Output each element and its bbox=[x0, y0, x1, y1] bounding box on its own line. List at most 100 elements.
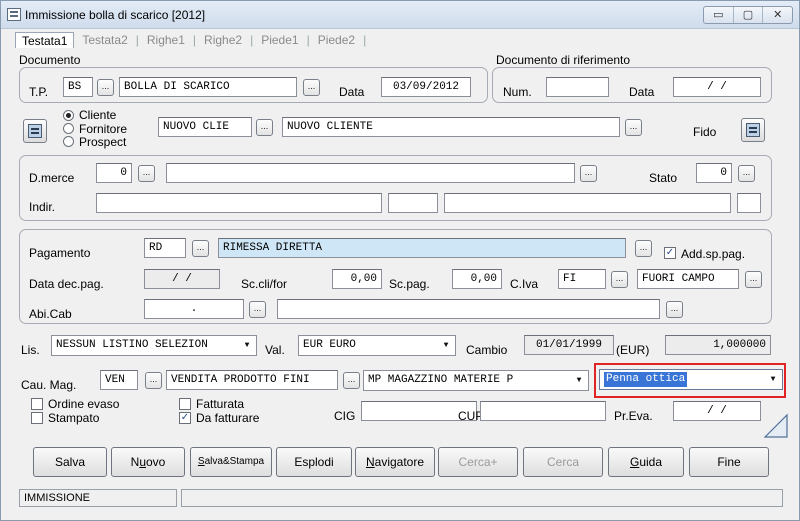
stato-label: Stato bbox=[649, 171, 678, 185]
tab-piede2[interactable]: Piede2 bbox=[310, 32, 363, 48]
nuovo-button[interactable]: Nuovo bbox=[111, 447, 185, 477]
radio-fornitore[interactable] bbox=[63, 123, 74, 134]
minimize-icon[interactable]: ▭ bbox=[704, 7, 734, 23]
abicab-lookup-button[interactable]: ... bbox=[249, 301, 266, 318]
stampato-label: Stampato bbox=[48, 411, 100, 425]
caumag-lookup-button[interactable]: ... bbox=[145, 372, 162, 389]
ordine-evaso-checkbox[interactable] bbox=[31, 398, 43, 410]
caumag-description-field[interactable]: VENDITA PRODOTTO FINI bbox=[166, 370, 338, 390]
cliente-code-field[interactable]: NUOVO CLIE bbox=[158, 117, 252, 137]
dmerce-lookup-button[interactable]: ... bbox=[138, 165, 155, 182]
magazzino-select[interactable]: MP MAGAZZINO MATERIE P ▼ bbox=[363, 370, 589, 391]
cliente-lookup-button[interactable]: ... bbox=[256, 119, 273, 136]
abicab-field[interactable]: . bbox=[144, 299, 244, 319]
data-field[interactable]: 03/09/2012 bbox=[381, 77, 471, 97]
da-fatturare-label: Da fatturare bbox=[196, 411, 260, 425]
scpag-label: Sc.pag. bbox=[389, 277, 430, 291]
valuta-select[interactable]: EUR EURO ▼ bbox=[298, 335, 456, 356]
navigatore-button[interactable]: Navigatore bbox=[355, 447, 435, 477]
pagamento-description-field[interactable]: RIMESSA DIRETTA bbox=[218, 238, 626, 258]
indir-field-2[interactable] bbox=[388, 193, 438, 213]
tp-description-field[interactable]: BOLLA DI SCARICO bbox=[119, 77, 297, 97]
page-corner-icon[interactable] bbox=[763, 413, 789, 439]
window-controls: ▭ ▢ ✕ bbox=[703, 6, 793, 24]
addsp-label: Add.sp.pag. bbox=[681, 247, 746, 261]
indir-field-4[interactable] bbox=[737, 193, 761, 213]
status-mode: IMMISSIONE bbox=[19, 489, 177, 507]
anagrafica-button[interactable] bbox=[23, 119, 47, 143]
preva-field[interactable]: / / bbox=[673, 401, 761, 421]
dmerce-description-field[interactable] bbox=[166, 163, 575, 183]
tp-field[interactable]: BS bbox=[63, 77, 93, 97]
tab-righe2[interactable]: Righe2 bbox=[196, 32, 250, 48]
riferimento-label: Documento di riferimento bbox=[496, 53, 631, 67]
listino-select[interactable]: NESSUN LISTINO SELEZION ▼ bbox=[51, 335, 257, 356]
close-icon[interactable]: ✕ bbox=[763, 7, 792, 23]
indir-label: Indir. bbox=[29, 200, 56, 214]
val-label: Val. bbox=[265, 343, 285, 357]
cup-field[interactable] bbox=[480, 401, 606, 421]
indir-field-1[interactable] bbox=[96, 193, 382, 213]
radio-prospect[interactable] bbox=[63, 136, 74, 147]
abicab-description-field[interactable] bbox=[277, 299, 660, 319]
maximize-icon[interactable]: ▢ bbox=[734, 7, 764, 23]
rif-data-field[interactable]: / / bbox=[673, 77, 761, 97]
fatturata-label: Fatturata bbox=[196, 397, 245, 411]
tab-testata1[interactable]: Testata1 bbox=[15, 32, 75, 48]
salva-button[interactable]: Salva bbox=[33, 447, 107, 477]
radio-cliente[interactable] bbox=[63, 110, 74, 121]
civa-description-field[interactable]: FUORI CAMPO bbox=[637, 269, 739, 289]
indir-field-3[interactable] bbox=[444, 193, 731, 213]
abicab-desc-lookup-button[interactable]: ... bbox=[666, 301, 683, 318]
tab-piede1[interactable]: Piede1 bbox=[253, 32, 306, 48]
chevron-down-icon: ▼ bbox=[576, 376, 582, 385]
dmerce-label: D.merce bbox=[29, 171, 75, 185]
tab-righe1[interactable]: Righe1 bbox=[139, 32, 193, 48]
fine-button[interactable]: Fine bbox=[689, 447, 769, 477]
civa-desc-lookup-button[interactable]: ... bbox=[745, 271, 762, 288]
fatturata-checkbox[interactable] bbox=[179, 398, 191, 410]
caumag-code-field[interactable]: VEN bbox=[100, 370, 138, 390]
fido-label: Fido bbox=[693, 125, 717, 139]
civa-lookup-button[interactable]: ... bbox=[611, 271, 628, 288]
tp-lookup-button[interactable]: ... bbox=[97, 79, 114, 96]
cliente-name-lookup-button[interactable]: ... bbox=[625, 119, 642, 136]
num-label: Num. bbox=[503, 85, 532, 99]
civa-code-field[interactable]: FI bbox=[558, 269, 606, 289]
cambio-date-field[interactable]: 01/01/1999 bbox=[524, 335, 614, 355]
salva-stampa-button[interactable]: Salva&Stampa bbox=[190, 447, 272, 477]
caumag-desc-lookup-button[interactable]: ... bbox=[343, 372, 360, 389]
num-field[interactable] bbox=[546, 77, 609, 97]
cliente-name-field[interactable]: NUOVO CLIENTE bbox=[282, 117, 620, 137]
stampato-checkbox[interactable] bbox=[31, 412, 43, 424]
stato-lookup-button[interactable]: ... bbox=[738, 165, 755, 182]
datadec-field[interactable]: / / bbox=[144, 269, 220, 289]
dmerce-field[interactable]: 0 bbox=[96, 163, 132, 183]
cerca-plus-button[interactable]: Cerca+ bbox=[438, 447, 518, 477]
stato-field[interactable]: 0 bbox=[696, 163, 732, 183]
main-window: Immissione bolla di scarico [2012] ▭ ▢ ✕… bbox=[0, 0, 800, 521]
addsp-checkbox[interactable]: ✓ bbox=[664, 247, 676, 259]
tab-bar: Testata1 Testata2 | Righe1 | Righe2 | Pi… bbox=[15, 32, 366, 48]
lis-label: Lis. bbox=[21, 343, 40, 357]
pagamento-code-field[interactable]: RD bbox=[144, 238, 186, 258]
sccli-field[interactable]: 0,00 bbox=[332, 269, 382, 289]
fido-button[interactable] bbox=[741, 118, 765, 142]
pagamento-desc-lookup-button[interactable]: ... bbox=[635, 240, 652, 257]
guida-button[interactable]: Guida bbox=[608, 447, 684, 477]
radio-prospect-label: Prospect bbox=[79, 135, 127, 149]
pagamento-lookup-button[interactable]: ... bbox=[192, 240, 209, 257]
tp-desc-lookup-button[interactable]: ... bbox=[303, 79, 320, 96]
cambio-value-field[interactable]: 1,000000 bbox=[665, 335, 771, 355]
highlight-box bbox=[594, 363, 786, 398]
scpag-field[interactable]: 0,00 bbox=[452, 269, 502, 289]
cerca-button[interactable]: Cerca bbox=[523, 447, 603, 477]
civa-label: C.Iva bbox=[510, 277, 539, 291]
da-fatturare-checkbox[interactable]: ✓ bbox=[179, 412, 191, 424]
title-bar: Immissione bolla di scarico [2012] ▭ ▢ ✕ bbox=[1, 1, 799, 29]
tab-testata2[interactable]: Testata2 bbox=[74, 32, 135, 48]
pagamento-label: Pagamento bbox=[29, 246, 91, 260]
data-label: Data bbox=[339, 85, 365, 99]
dmerce-desc-lookup-button[interactable]: ... bbox=[580, 165, 597, 182]
esplodi-button[interactable]: Esplodi bbox=[276, 447, 352, 477]
